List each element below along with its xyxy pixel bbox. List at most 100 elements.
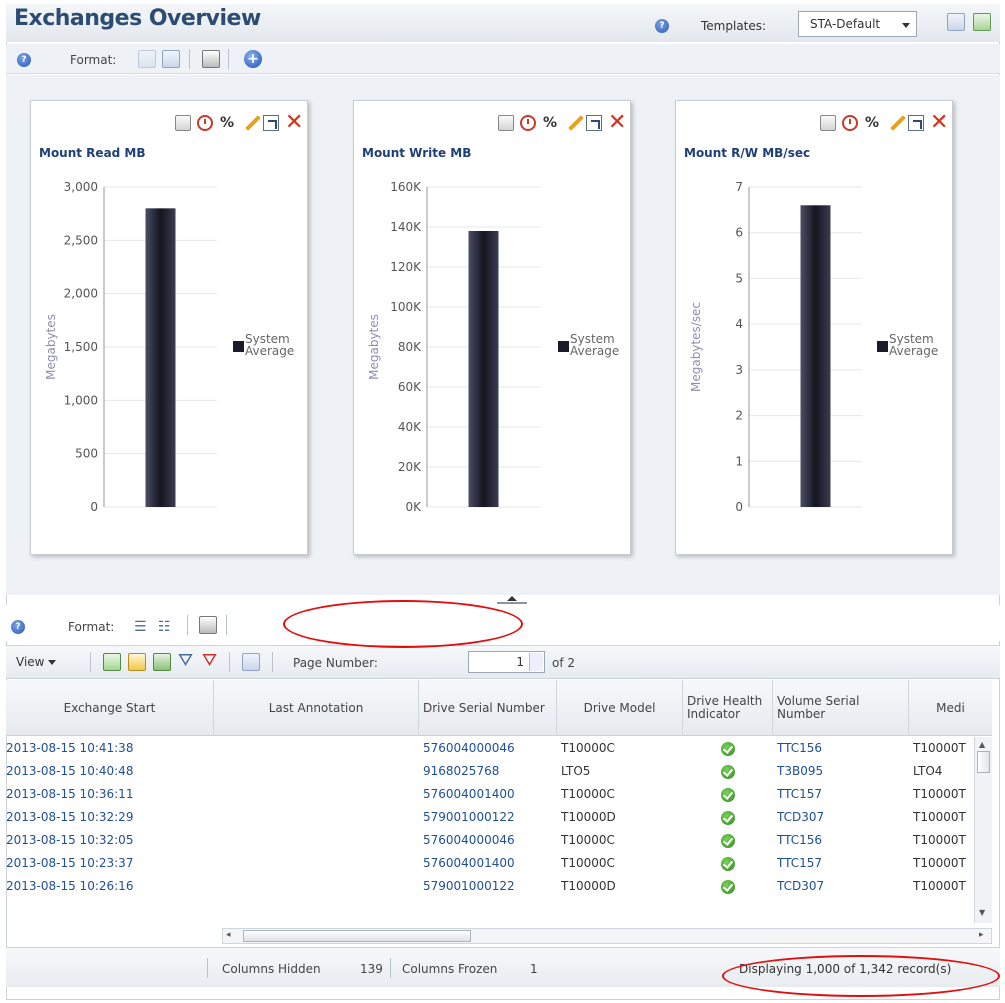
annotation-oval (722, 955, 1000, 997)
volume-serial-cell[interactable]: TCD307 (777, 875, 824, 898)
drive-serial-cell[interactable]: 579001000122 (423, 875, 515, 898)
percent-icon[interactable]: % (219, 115, 235, 131)
scroll-right-icon[interactable]: ▸ (979, 930, 984, 940)
scroll-thumb[interactable] (977, 751, 990, 773)
table-row[interactable]: 2013-08-15 10:41:38 576004000046 T10000C TT… (6, 737, 976, 760)
maximize-icon[interactable] (263, 115, 279, 131)
help-icon[interactable]: ? (655, 19, 669, 33)
save-as-template-icon[interactable] (973, 13, 991, 31)
column-header[interactable]: Exchange Start (6, 680, 214, 736)
print-icon[interactable] (199, 616, 217, 634)
bar[interactable] (800, 205, 831, 507)
column-header[interactable]: Medi (909, 680, 992, 736)
volume-serial-cell[interactable]: TTC157 (777, 783, 822, 806)
clock-icon[interactable] (520, 115, 536, 131)
exchange-start-cell[interactable]: 2013-08-15 10:41:38 (6, 737, 133, 760)
save-template-icon[interactable] (947, 13, 965, 31)
edit-icon[interactable] (564, 115, 580, 131)
exchange-start-cell[interactable]: 2013-08-15 10:32:29 (6, 806, 133, 829)
help-icon[interactable]: ? (11, 620, 25, 634)
format-layout-icon[interactable] (162, 50, 180, 68)
column-header[interactable]: Volume Serial Number (773, 680, 909, 736)
volume-serial-cell[interactable]: TCD307 (777, 806, 824, 829)
close-icon[interactable]: ✕ (930, 112, 948, 134)
help-icon[interactable]: ? (17, 53, 31, 67)
play-icon[interactable] (103, 653, 121, 671)
exchange-start-cell[interactable]: 2013-08-15 10:23:37 (6, 852, 133, 875)
clock-icon[interactable] (197, 115, 213, 131)
drive-serial-cell[interactable]: 576004000046 (423, 737, 515, 760)
copy-icon[interactable] (498, 115, 514, 131)
y-tick-label: 3,000 (64, 180, 98, 194)
print-icon[interactable] (202, 50, 220, 68)
close-icon[interactable]: ✕ (608, 112, 626, 134)
maximize-icon[interactable] (908, 115, 924, 131)
maximize-icon[interactable] (586, 115, 602, 131)
format-grid-icon[interactable] (138, 50, 156, 68)
volume-serial-cell[interactable]: TTC156 (777, 737, 822, 760)
horizontal-scrollbar[interactable]: ◂ ▸ (222, 928, 992, 944)
collapse-handle-icon[interactable] (497, 595, 527, 605)
exchange-start-cell[interactable]: 2013-08-15 10:40:48 (6, 760, 133, 783)
drive-health-cell (683, 829, 773, 852)
table-row[interactable]: 2013-08-15 10:32:05 576004000046 T10000C TT… (6, 829, 976, 852)
copy-icon[interactable] (820, 115, 836, 131)
health-ok-icon (721, 811, 735, 825)
add-portlet-icon[interactable]: + (244, 50, 262, 68)
detail-view-icon[interactable]: ☷ (158, 619, 171, 635)
exchange-start-cell[interactable]: 2013-08-15 10:26:16 (6, 875, 133, 898)
table-row[interactable]: 2013-08-15 10:36:11 576004001400 T10000C TT… (6, 783, 976, 806)
vertical-scrollbar[interactable]: ▲ ▼ (974, 737, 992, 923)
volume-serial-cell[interactable]: TTC156 (777, 829, 822, 852)
edit-icon[interactable] (886, 115, 902, 131)
scroll-up-icon[interactable]: ▲ (979, 740, 985, 749)
media-cell: T10000T (913, 787, 966, 801)
drive-model-cell: T10000C (561, 856, 615, 870)
column-header[interactable]: Drive Model (557, 680, 683, 736)
drive-serial-cell[interactable]: 579001000122 (423, 806, 515, 829)
drive-model-cell: T10000D (561, 810, 616, 824)
table-row[interactable]: 2013-08-15 10:32:29 579001000122 T10000D TC… (6, 806, 976, 829)
clock-icon[interactable] (842, 115, 858, 131)
column-header[interactable]: Drive Health Indicator (683, 680, 773, 736)
legend-swatch (877, 341, 888, 352)
drive-serial-cell[interactable]: 576004001400 (423, 783, 515, 806)
copy-icon[interactable] (175, 115, 191, 131)
edit-icon[interactable] (241, 115, 257, 131)
table-row[interactable]: 2013-08-15 10:23:37 576004001400 T10000C TT… (6, 852, 976, 875)
filter-icon[interactable]: ⛛ (178, 652, 193, 670)
volume-serial-cell[interactable]: TTC157 (777, 852, 822, 875)
page-spinner-icon[interactable] (529, 653, 543, 671)
exchange-start-cell[interactable]: 2013-08-15 10:36:11 (6, 783, 133, 806)
clear-filter-icon[interactable]: ⛛ (202, 652, 217, 670)
percent-icon[interactable]: % (864, 115, 880, 131)
list-view-icon[interactable]: ☰ (134, 619, 147, 635)
scroll-down-icon[interactable]: ▼ (979, 908, 985, 917)
table-row[interactable]: 2013-08-15 10:40:48 9168025768 LTO5 T3B095 L… (6, 760, 976, 783)
scroll-thumb[interactable] (243, 930, 471, 942)
close-icon[interactable]: ✕ (285, 112, 303, 134)
media-cell: T10000T (913, 833, 966, 847)
media-cell: T10000T (913, 879, 966, 893)
drive-serial-cell[interactable]: 9168025768 (423, 760, 499, 783)
page-number-input[interactable]: 1 (468, 651, 545, 673)
drive-serial-cell[interactable]: 576004001400 (423, 852, 515, 875)
detach-table-icon[interactable] (242, 653, 260, 671)
view-menu-button[interactable]: View (16, 655, 57, 669)
column-header[interactable]: Last Annotation (214, 680, 419, 736)
percent-icon[interactable]: % (542, 115, 558, 131)
volume-serial-cell[interactable]: T3B095 (777, 760, 823, 783)
export-icon[interactable] (153, 653, 171, 671)
table-row[interactable]: 2013-08-15 10:26:16 579001000122 T10000D TC… (6, 875, 976, 898)
y-tick-label: 140K (390, 220, 422, 234)
scroll-left-icon[interactable]: ◂ (226, 930, 231, 940)
add-annotation-icon[interactable] (128, 653, 146, 671)
bar-chart: 7 6 5 4 3 2 1 0 Megabytes/sec (689, 180, 862, 514)
drive-serial-cell[interactable]: 576004000046 (423, 829, 515, 852)
column-header[interactable]: Drive Serial Number (419, 680, 557, 736)
templates-select[interactable]: STA-Default (798, 11, 917, 37)
bar[interactable] (468, 231, 499, 507)
bar[interactable] (145, 208, 176, 508)
y-axis-label: Megabytes (44, 314, 58, 380)
exchange-start-cell[interactable]: 2013-08-15 10:32:05 (6, 829, 133, 852)
